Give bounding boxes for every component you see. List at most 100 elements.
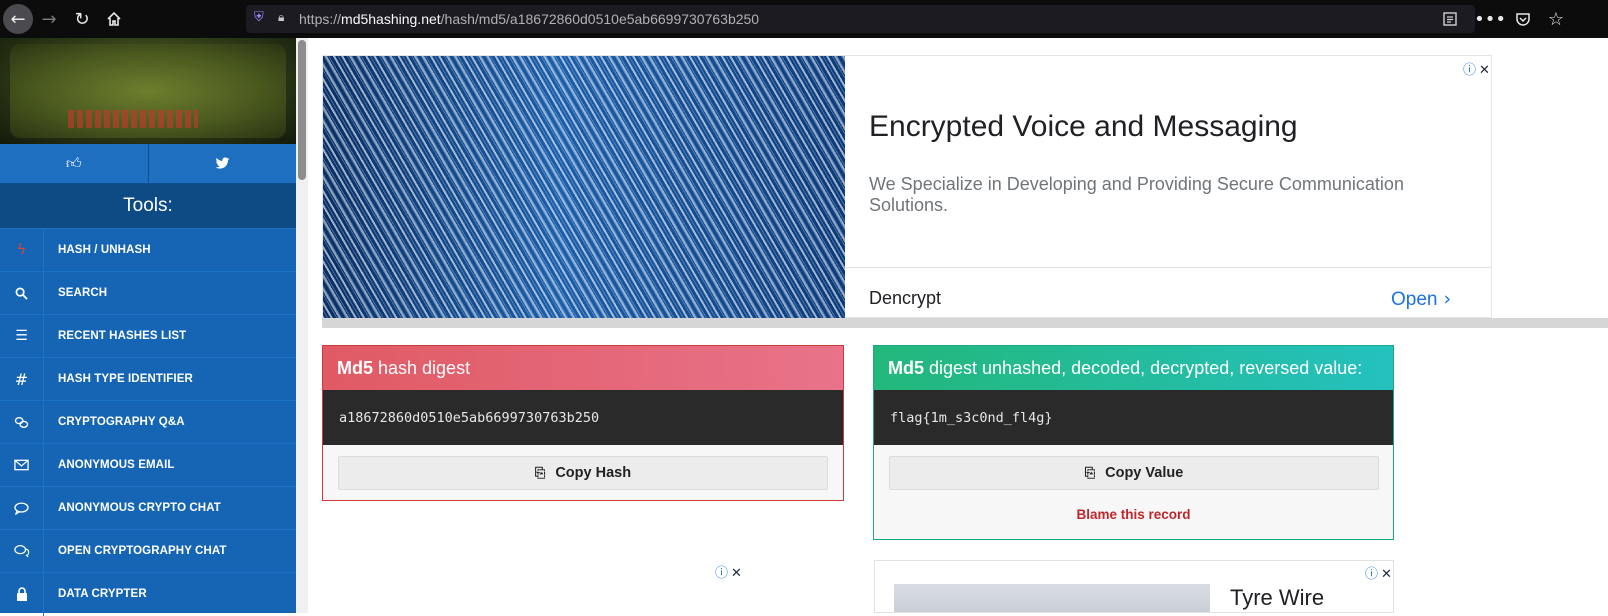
close-icon[interactable]: ✕ [1381,567,1392,582]
chat-bubbles-icon [0,529,44,573]
ad-image[interactable] [323,56,845,319]
url-path: /hash/md5/a18672860d0510e5ab6699730763b2… [440,11,760,27]
more-icon: ••• [1474,8,1506,30]
copy-hash-label: Copy Hash [555,465,632,481]
unhashed-value-card: Md5 digest unhashed, decoded, decrypted,… [873,345,1394,540]
hash-icon: # [0,357,44,401]
ad-bottom-bar [322,318,1608,328]
sidebar-item-anonymous-email[interactable]: ANONYMOUS EMAIL [0,443,296,487]
ad-title[interactable]: Encrypted Voice and Messaging [869,110,1298,144]
twitter-icon [215,157,230,169]
sidebar-item-data-crypter[interactable]: DATA CRYPTER [0,572,296,616]
ad-controls[interactable]: ⓘ ✕ [1463,59,1490,78]
social-bar: 👍︎ [0,144,296,184]
ad-brand[interactable]: Dencrypt [869,288,941,309]
sidebar-item-hash-unhash[interactable]: ϟ HASH / UNHASH [0,228,296,272]
bookmark-button[interactable]: ☆ [1541,4,1571,34]
sidebar-item-anonymous-crypto-chat[interactable]: ANONYMOUS CRYPTO CHAT [0,486,296,530]
ad-controls[interactable]: ⓘ ✕ [715,562,742,581]
bolt-icon: ϟ [0,228,44,272]
adchoices-icon[interactable]: ⓘ [715,566,728,581]
ad-title[interactable]: Tyre Wire [1230,585,1324,611]
ad-thumbnail[interactable] [894,584,1210,612]
sidebar-banner-image [0,38,296,144]
close-icon[interactable]: ✕ [1479,63,1490,78]
top-advertisement[interactable]: ⓘ ✕ Encrypted Voice and Messaging We Spec… [322,55,1492,319]
twitter-button[interactable] [147,144,297,183]
unhashed-value: flag{1m_s3c0nd_fl4g} [874,390,1393,445]
close-icon[interactable]: ✕ [731,566,742,581]
arrow-right-icon: → [41,8,57,30]
sidebar-item-search[interactable]: SEARCH [0,271,296,315]
terminal-text-graphic [68,110,198,128]
chat-bubble-icon [0,486,44,530]
url-prefix: https:// [299,11,342,27]
sidebar-item-label: RECENT HASHES LIST [58,330,187,342]
reload-button[interactable]: ↻ [67,4,97,34]
sidebar-item-recent-hashes[interactable]: ☰ RECENT HASHES LIST [0,314,296,358]
pocket-icon [1516,13,1530,26]
search-icon [0,271,44,315]
blame-record-link[interactable]: Blame this record [874,507,1393,522]
arrow-left-icon: ← [10,8,26,30]
bottom-left-advertisement[interactable]: ⓘ ✕ [322,560,844,613]
sidebar-item-cryptography-qa[interactable]: CRYPTOGRAPHY Q&A [0,400,296,444]
url-text[interactable]: https://md5hashing.net/hash/md5/a1867286… [299,11,759,27]
url-host: md5hashing.net [341,11,441,27]
home-icon [107,11,121,26]
list-icon: ☰ [0,314,44,358]
hash-card-title: hash digest [378,357,471,378]
hash-digest-card: Md5 hash digest a18672860d0510e5ab669973… [322,345,844,501]
copy-value-button[interactable]: ⎘ Copy Value [889,456,1379,490]
forward-button[interactable]: → [34,4,64,34]
ad-open-label: Open [1391,289,1438,310]
lock-icon[interactable]: 🔒︎ [278,10,292,28]
reload-icon: ↻ [74,8,90,30]
value-card-footer: ⎘ Copy Value Blame this record [874,445,1393,539]
hash-card-title-strong: Md5 [337,357,373,378]
copy-icon: ⎘ [1084,465,1096,481]
adchoices-icon[interactable]: ⓘ [1463,63,1476,78]
value-card-title-strong: Md5 [888,357,924,378]
thumbs-up-icon: 👍︎ [65,154,82,172]
tools-heading: Tools: [0,184,296,228]
pocket-button[interactable] [1508,4,1538,34]
sidebar-item-label: ANONYMOUS EMAIL [58,459,175,471]
sidebar-item-label: HASH TYPE IDENTIFIER [58,373,193,385]
sidebar-item-label: CRYPTOGRAPHY Q&A [58,416,185,428]
chevron-right-icon: › [1443,288,1452,310]
sidebar-item-open-cryptography-chat[interactable]: OPEN CRYPTOGRAPHY CHAT [0,529,296,573]
sidebar-nav: ϟ HASH / UNHASH SEARCH ☰ RECENT HASHES L… [0,228,296,616]
ad-open-button[interactable]: Open › [1391,288,1451,311]
reader-view-icon [1443,12,1457,26]
sidebar-item-hash-type-identifier[interactable]: # HASH TYPE IDENTIFIER [0,357,296,401]
envelope-icon [0,443,44,487]
sidebar-item-label: DATA CRYPTER [58,588,147,600]
reader-view-button[interactable] [1435,4,1465,34]
ad-description[interactable]: We Specialize in Developing and Providin… [869,174,1429,216]
ad-controls[interactable]: ⓘ ✕ [1365,563,1392,582]
bottom-right-advertisement[interactable]: ⓘ ✕ Tyre Wire [874,560,1394,613]
copy-icon: ⎘ [534,465,546,481]
sidebar: 👍︎ Tools: ϟ HASH / UNHASH SEARCH ☰ RECEN… [0,38,296,616]
hash-card-footer: ⎘ Copy Hash [323,445,843,500]
copy-hash-button[interactable]: ⎘ Copy Hash [338,456,828,490]
scrollbar-thumb[interactable] [298,40,306,180]
sidebar-scrollbar[interactable] [296,38,308,613]
value-card-title: digest unhashed, decoded, decrypted, rev… [929,357,1363,378]
hash-value: a18672860d0510e5ab6699730763b250 [323,390,843,445]
value-card-header: Md5 digest unhashed, decoded, decrypted,… [874,346,1393,390]
home-button[interactable] [99,4,129,34]
more-button[interactable]: ••• [1474,4,1506,34]
sidebar-item-label: ANONYMOUS CRYPTO CHAT [58,502,221,514]
shield-icon[interactable]: ⛨ [254,10,270,28]
adchoices-icon[interactable]: ⓘ [1365,567,1378,582]
browser-toolbar: ← → ↻ ⛨ 🔒︎ https://md5hashing.net/hash/m… [0,0,1608,38]
url-bar[interactable]: ⛨ 🔒︎ https://md5hashing.net/hash/md5/a18… [246,5,1475,33]
back-button[interactable]: ← [3,4,33,34]
copy-value-label: Copy Value [1105,465,1184,481]
link-icon [0,400,44,444]
like-button[interactable]: 👍︎ [0,144,148,183]
ad-divider [845,267,1491,268]
star-icon: ☆ [1547,8,1565,30]
